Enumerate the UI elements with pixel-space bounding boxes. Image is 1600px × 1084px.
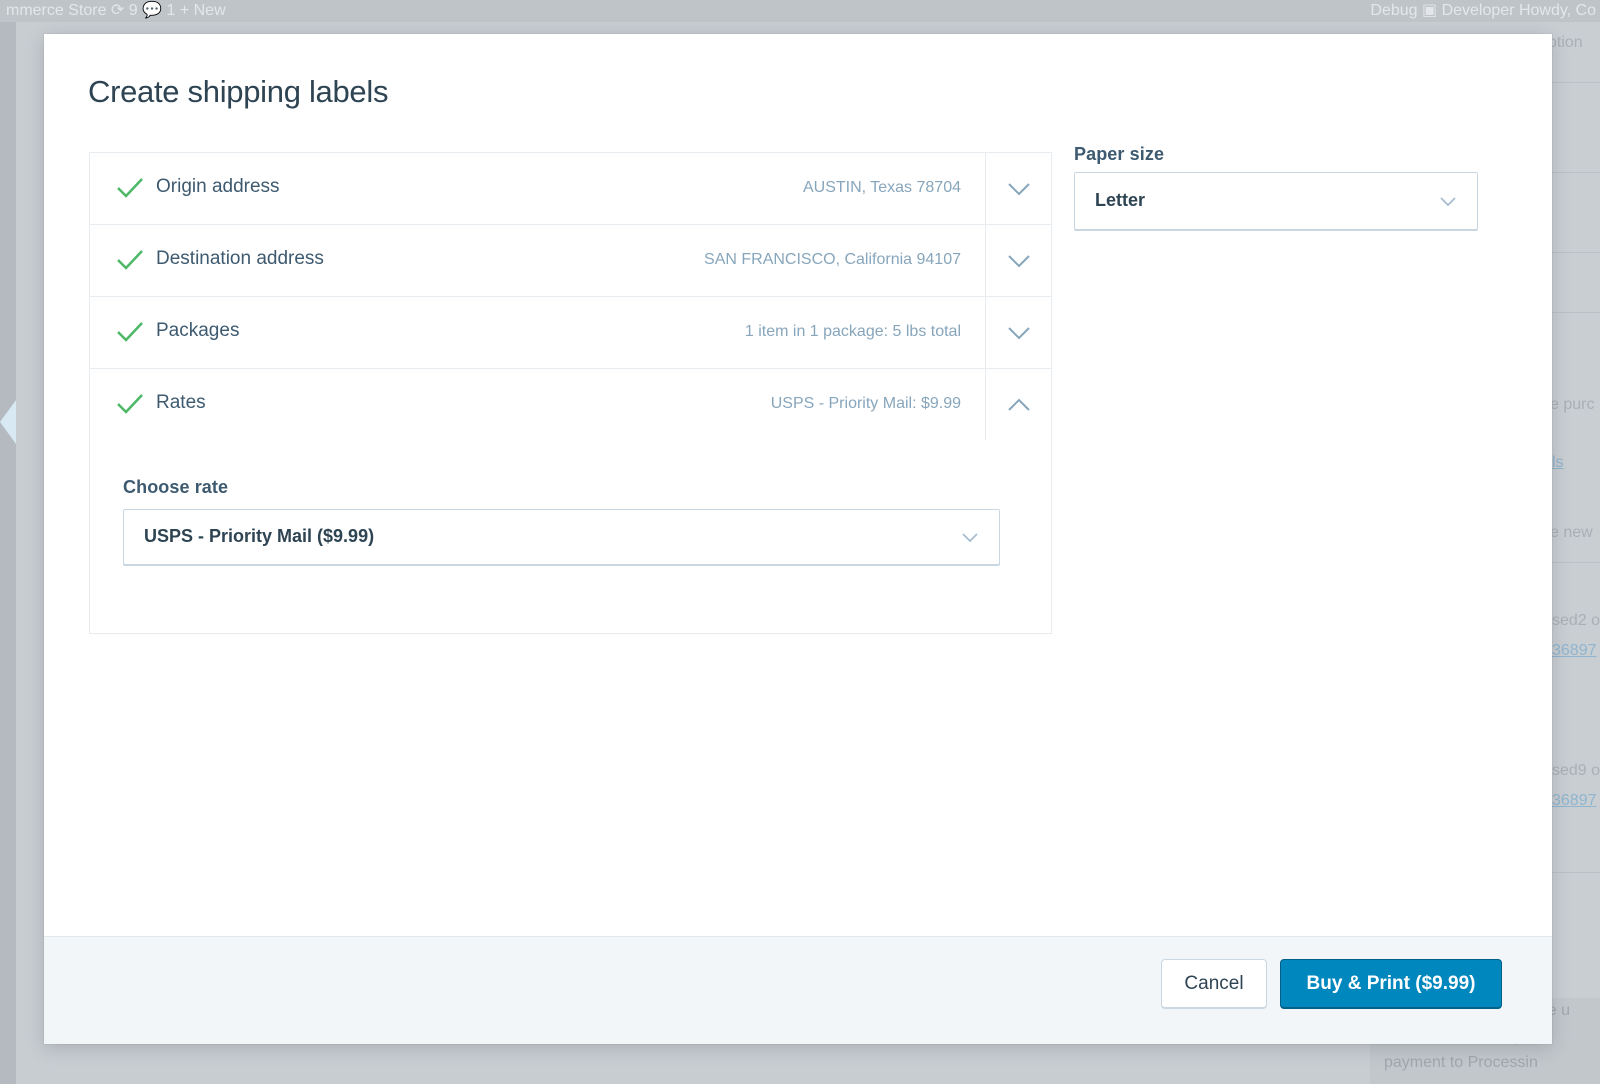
shipping-label-modal: Create shipping labels Origin address AU… (44, 34, 1552, 1044)
rate-select-value: USPS - Priority Mail ($9.99) (144, 526, 375, 546)
bg-fragment: e new (1550, 524, 1593, 541)
chevron-down-icon (1440, 197, 1456, 207)
step-summary: USPS - Priority Mail: $9.99 (770, 395, 961, 412)
step-packages[interactable]: Packages 1 item in 1 package: 5 lbs tota… (90, 297, 1051, 369)
step-destination-address[interactable]: Destination address SAN FRANCISCO, Calif… (90, 225, 1051, 297)
step-summary: 1 item in 1 package: 5 lbs total (744, 323, 961, 340)
rates-panel: Choose rate USPS - Priority Mail ($9.99) (90, 441, 1051, 633)
step-summary: SAN FRANCISCO, California 94107 (704, 251, 961, 268)
chevron-down-icon (1007, 182, 1030, 195)
step-title: Rates (156, 392, 206, 413)
bg-fragment: e purc (1550, 396, 1595, 413)
bg-fragment: sed2 o (1552, 612, 1600, 629)
bg-link: 36897 (1552, 642, 1597, 659)
checkmark-icon (117, 178, 143, 198)
step-rates[interactable]: Rates USPS - Priority Mail: $9.99 (90, 369, 1051, 441)
paper-size-select[interactable]: Letter (1074, 172, 1478, 230)
expand-toggle[interactable] (985, 297, 1051, 368)
checkmark-icon (117, 250, 143, 270)
expand-toggle[interactable] (985, 225, 1051, 296)
modal-footer: Cancel Buy & Print ($9.99) (44, 936, 1552, 1044)
bg-fragment: sed9 o (1552, 762, 1600, 779)
chevron-down-icon (1007, 326, 1030, 339)
buy-and-print-button[interactable]: Buy & Print ($9.99) (1280, 959, 1502, 1009)
rate-select[interactable]: USPS - Priority Mail ($9.99) (123, 509, 1000, 565)
admin-bar-left: mmerce Store ⟳ 9 💬 1 + New (6, 2, 226, 19)
step-origin-address[interactable]: Origin address AUSTIN, Texas 78704 (90, 153, 1051, 225)
choose-rate-label: Choose rate (123, 477, 229, 497)
label-steps: Origin address AUSTIN, Texas 78704 Desti… (89, 152, 1052, 634)
step-summary: AUSTIN, Texas 78704 (802, 179, 961, 196)
paper-size-value: Letter (1095, 190, 1146, 210)
bg-link: ls (1552, 454, 1564, 471)
order-note-line: payment to Processin (1384, 1054, 1538, 1071)
expand-toggle[interactable] (985, 153, 1051, 224)
modal-title: Create shipping labels (88, 74, 389, 109)
collapse-toggle[interactable] (985, 369, 1051, 440)
admin-bar: mmerce Store ⟳ 9 💬 1 + New Debug ▣ Devel… (0, 0, 1600, 22)
chevron-down-icon (962, 533, 978, 543)
collapse-arrow-icon (0, 400, 16, 444)
admin-bar-right: Debug ▣ Developer Howdy, Co (1370, 2, 1596, 19)
checkmark-icon (117, 322, 143, 342)
chevron-down-icon (1007, 254, 1030, 267)
admin-menu-strip (0, 22, 16, 1084)
cancel-button[interactable]: Cancel (1161, 959, 1267, 1009)
bg-link: 36897 (1552, 792, 1597, 809)
bg-fragment: ption (1548, 34, 1583, 51)
checkmark-icon (117, 394, 143, 414)
chevron-up-icon (1007, 398, 1030, 411)
paper-size-label: Paper size (1074, 144, 1165, 164)
step-title: Destination address (156, 248, 324, 269)
step-title: Packages (156, 320, 240, 341)
step-title: Origin address (156, 176, 280, 197)
